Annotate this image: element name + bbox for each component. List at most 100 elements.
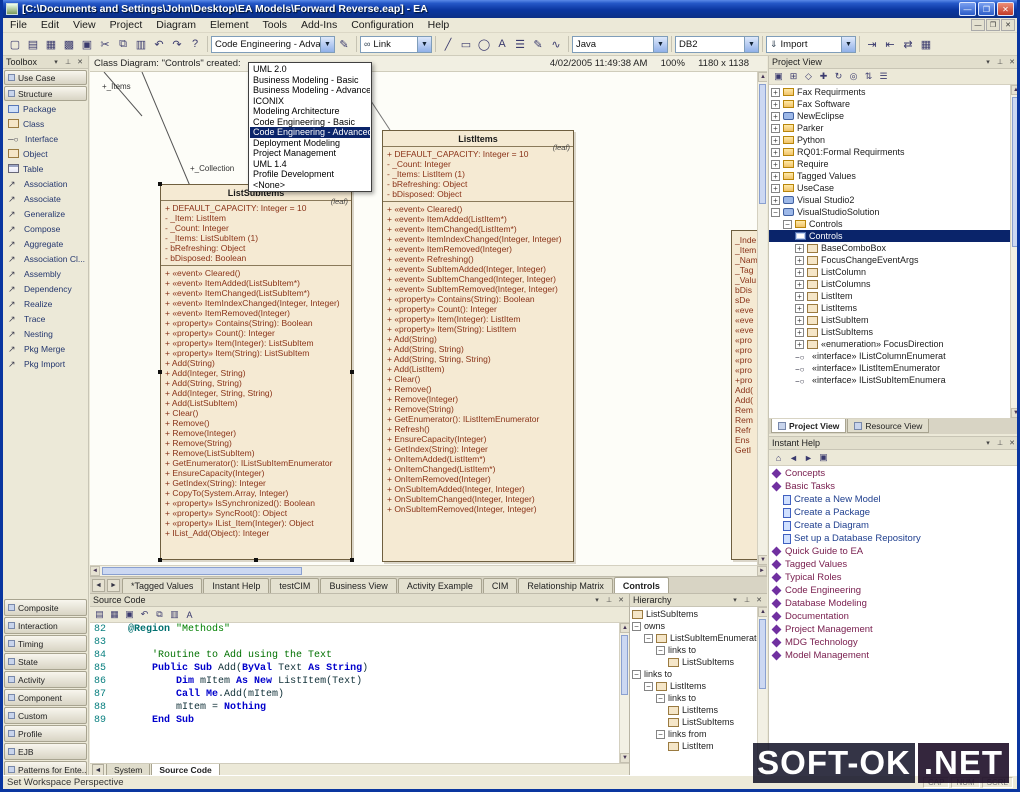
undo-icon[interactable]: ↶ <box>150 35 168 53</box>
hierarchy-tree-item[interactable]: ListSubItems <box>630 656 757 668</box>
project-tree-item[interactable]: ListItems <box>769 302 1010 314</box>
menu-item[interactable]: Tools <box>256 18 295 32</box>
cut-icon[interactable]: ✂ <box>96 35 114 53</box>
profile-combo[interactable]: Code Engineering - Advan ▼ <box>211 35 335 53</box>
freehand-tool-icon[interactable]: ∿ <box>547 35 565 53</box>
close-icon[interactable]: ✕ <box>616 595 626 605</box>
toolbox-item[interactable]: Generalize <box>3 206 88 221</box>
hierarchy-tree-item[interactable]: ListSubItems <box>630 608 757 620</box>
properties-icon[interactable]: ☰ <box>876 70 891 84</box>
close-icon[interactable]: ✕ <box>1007 57 1017 67</box>
chevron-down-icon[interactable]: ▼ <box>841 36 855 52</box>
scroll-left-icon[interactable]: ◄ <box>90 566 100 576</box>
toolbox-item[interactable]: Pkg Merge <box>3 341 88 356</box>
project-tree-item[interactable]: UseCase <box>769 182 1010 194</box>
copy-icon[interactable]: ⧉ <box>152 608 167 622</box>
tree-expander-icon[interactable] <box>632 621 641 631</box>
open-icon[interactable]: ▤ <box>92 608 107 622</box>
help-topic-item[interactable]: Basic Tasks <box>769 480 1010 493</box>
project-tree-item[interactable]: ListColumns <box>769 278 1010 290</box>
tab-scroll-left-icon[interactable]: ◄ <box>92 579 105 592</box>
chevron-down-icon[interactable]: ▼ <box>653 36 667 52</box>
menu-item[interactable]: Configuration <box>344 18 420 32</box>
project-tree-item[interactable]: ListColumn <box>769 266 1010 278</box>
pin-icon[interactable]: ⊥ <box>995 57 1005 67</box>
help-topic-item[interactable]: Project Management <box>769 623 1010 636</box>
link-combo[interactable]: ∞ Link ▼ <box>360 35 432 53</box>
project-tree-item[interactable]: «interface» IListItemEnumerator <box>769 362 1010 374</box>
diagram-vertical-scrollbar[interactable]: ▲ ▼ <box>757 72 767 565</box>
scrollbar-thumb[interactable] <box>759 84 766 204</box>
mdi-close-icon[interactable]: ✕ <box>1001 19 1015 31</box>
tree-expander-icon[interactable] <box>644 633 653 643</box>
toolbox-section-bar[interactable]: Composite <box>4 599 87 616</box>
open-project-icon[interactable]: ▤ <box>24 35 42 53</box>
diagram-canvas[interactable]: +_Items +_Collection ListSubItems (leaf) <box>90 72 757 565</box>
code-editor[interactable]: 82 @Region "Methods" 83 84 'Routine to Add… <box>90 623 629 763</box>
menu-item[interactable]: View <box>66 18 103 32</box>
toolbox-section-bar[interactable]: Timing <box>4 635 87 652</box>
hierarchy-tree-item[interactable]: links to <box>630 692 757 704</box>
copy-icon[interactable]: ⧉ <box>114 35 132 53</box>
toolbox-item[interactable]: Pkg Import <box>3 356 88 371</box>
print-icon[interactable]: ▣ <box>816 451 831 465</box>
project-tree-item[interactable]: VisualStudioSolution <box>769 206 1010 218</box>
tree-expander-icon[interactable] <box>771 123 780 133</box>
synchronize-icon[interactable]: ⇄ <box>899 35 917 53</box>
code-vertical-scrollbar[interactable]: ▲ ▼ <box>619 623 629 763</box>
redo-icon[interactable]: ↷ <box>168 35 186 53</box>
selection-handle[interactable] <box>350 558 354 562</box>
mdi-minimize-icon[interactable]: — <box>971 19 985 31</box>
toolbox-item[interactable]: Association Cl... <box>3 251 88 266</box>
close-icon[interactable]: ✕ <box>754 595 764 605</box>
tree-expander-icon[interactable] <box>771 111 780 121</box>
dropdown-item[interactable]: Project Management <box>250 148 370 159</box>
document-tab[interactable]: CIM <box>482 578 518 593</box>
project-tree-item[interactable]: ListSubItems <box>769 326 1010 338</box>
hierarchy-tree-item[interactable]: ListItem <box>630 740 757 752</box>
tab-scroll-right-icon[interactable]: ► <box>107 579 120 592</box>
project-tree-item[interactable]: Controls <box>769 230 1010 242</box>
print-icon[interactable]: ▣ <box>122 608 137 622</box>
save-icon[interactable]: ▦ <box>42 35 60 53</box>
menu-item[interactable]: Add-Ins <box>294 18 344 32</box>
toolbox-item[interactable]: Package <box>3 101 88 116</box>
hierarchy-tree-item[interactable]: ListItems <box>630 704 757 716</box>
toolbox-item[interactable]: Association <box>3 176 88 191</box>
selection-handle[interactable] <box>158 182 162 186</box>
project-tree-item[interactable]: Fax Requirments <box>769 86 1010 98</box>
dropdown-item[interactable]: ICONIX <box>250 96 370 107</box>
collapse-all-icon[interactable]: ⇅ <box>861 70 876 84</box>
help-topic-item[interactable]: Model Management <box>769 649 1010 662</box>
project-tree-item[interactable]: Controls <box>769 218 1010 230</box>
help-topic-item[interactable]: Code Engineering <box>769 584 1010 597</box>
note-tool-icon[interactable]: ☰ <box>511 35 529 53</box>
hierarchy-tree-item[interactable]: links to <box>630 644 757 656</box>
document-tab[interactable]: Relationship Matrix <box>518 578 613 593</box>
help-topic-item[interactable]: Create a Package <box>769 506 1010 519</box>
dock-tab[interactable]: Resource View <box>847 419 930 433</box>
menu-item[interactable]: Edit <box>34 18 66 32</box>
toolbox-section-bar[interactable]: State <box>4 653 87 670</box>
project-tree-item[interactable]: RQ01:Formal Requirments <box>769 146 1010 158</box>
rectangle-tool-icon[interactable]: ▭ <box>457 35 475 53</box>
chevron-down-icon[interactable]: ▼ <box>320 36 334 52</box>
project-tree-item[interactable]: ListSubItem <box>769 314 1010 326</box>
document-tab[interactable]: *Tagged Values <box>122 578 203 593</box>
toolbox-item[interactable]: Associate <box>3 191 88 206</box>
scroll-up-icon[interactable]: ▲ <box>758 72 767 82</box>
toolbox-item[interactable]: Realize <box>3 296 88 311</box>
project-tree-item[interactable]: Parker <box>769 122 1010 134</box>
minimize-button[interactable]: — <box>959 2 976 16</box>
diagram-horizontal-scrollbar[interactable]: ◄ ► <box>90 565 767 576</box>
project-tree-item[interactable]: BaseComboBox <box>769 242 1010 254</box>
scroll-down-icon[interactable]: ▼ <box>620 753 629 763</box>
tree-expander-icon[interactable] <box>644 681 653 691</box>
refresh-icon[interactable]: ↻ <box>831 70 846 84</box>
project-tree-item[interactable]: Visual Studio2 <box>769 194 1010 206</box>
toolbox-section-bar[interactable]: Custom <box>4 707 87 724</box>
tree-expander-icon[interactable] <box>771 99 780 109</box>
tree-expander-icon[interactable] <box>771 171 780 181</box>
tree-expander-icon[interactable] <box>771 195 780 205</box>
help-topic-item[interactable]: Create a Diagram <box>769 519 1010 532</box>
